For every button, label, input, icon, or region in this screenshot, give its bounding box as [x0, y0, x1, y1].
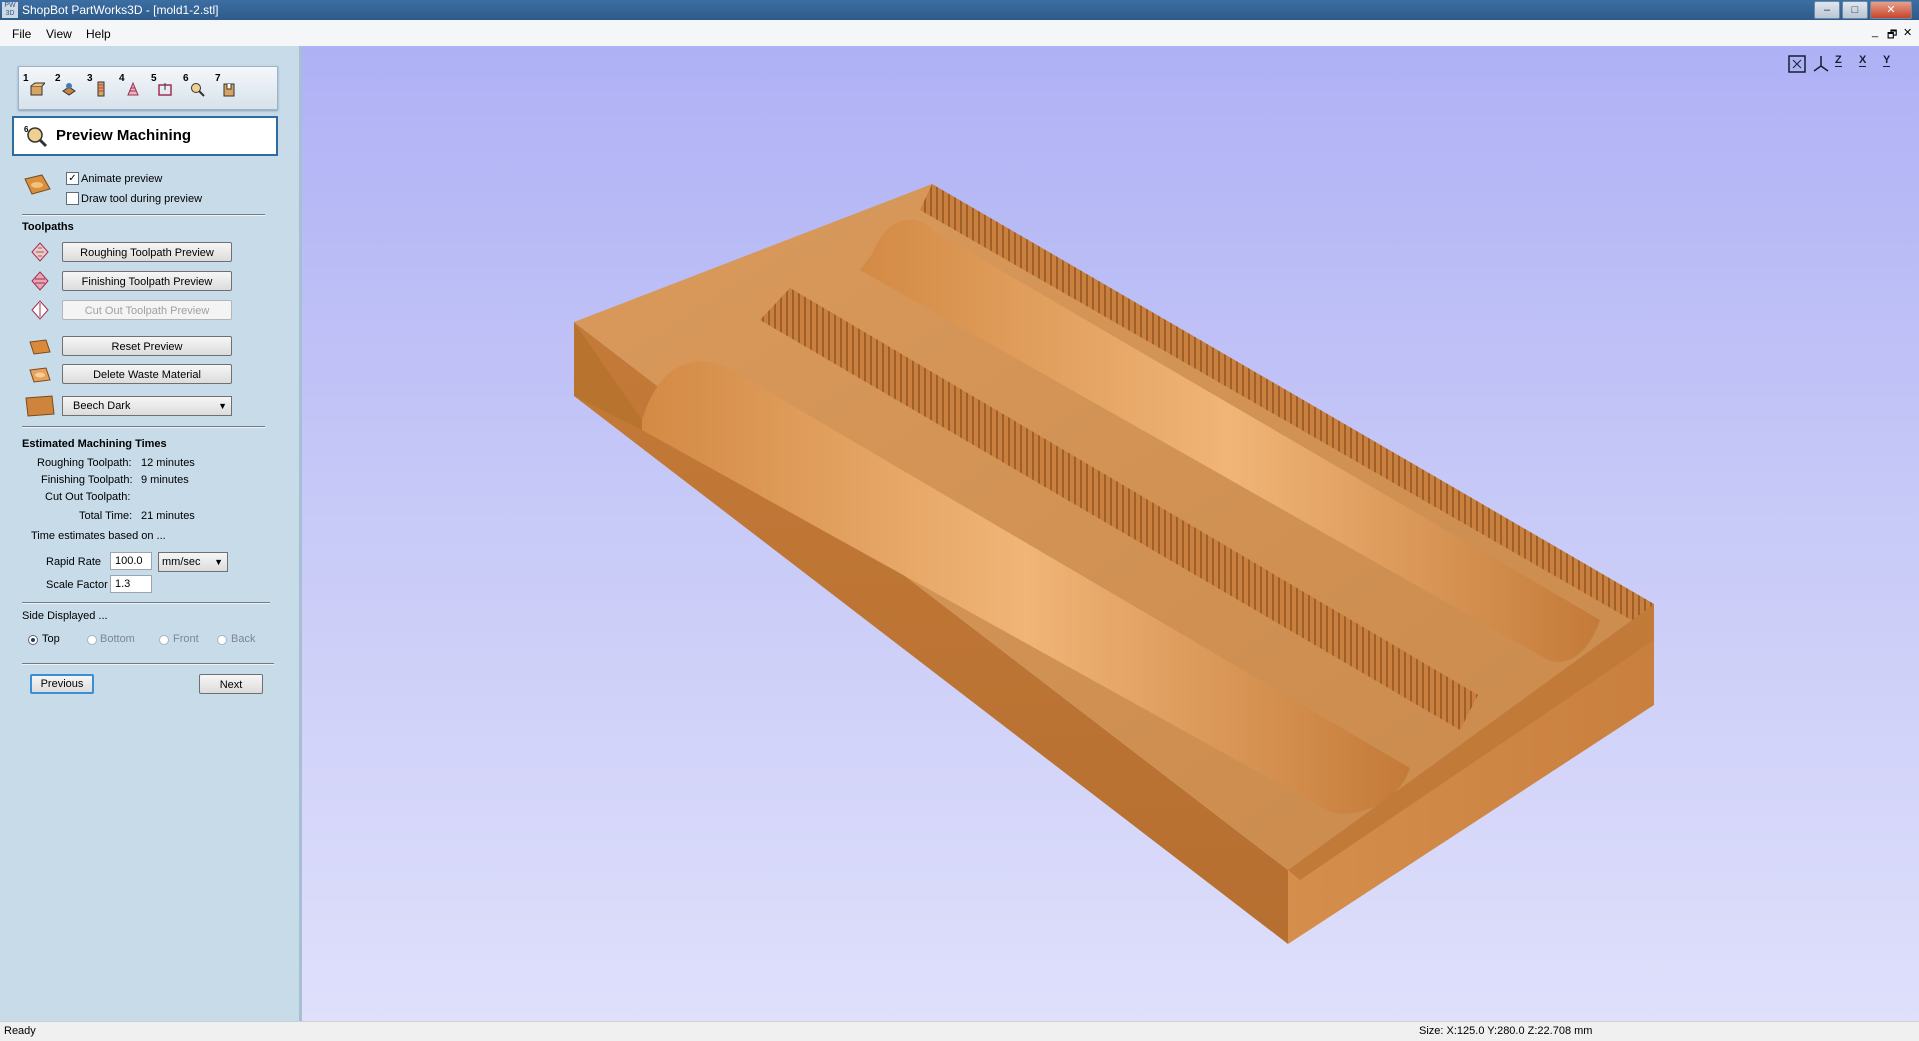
cutout-toolpath-icon: [31, 300, 49, 320]
side-bottom-radio[interactable]: [87, 635, 97, 645]
side-back-radio[interactable]: [217, 635, 227, 645]
side-displayed-heading: Side Displayed ...: [22, 610, 108, 622]
roughing-time-label: Roughing Toolpath:: [37, 457, 132, 469]
separator: [22, 602, 270, 604]
time-basis-label: Time estimates based on ...: [31, 530, 166, 542]
draw-tool-label: Draw tool during preview: [81, 193, 203, 205]
side-top-label: Top: [42, 633, 60, 645]
side-back-label: Back: [231, 633, 256, 645]
next-button[interactable]: Next: [199, 674, 263, 694]
minimize-button[interactable]: –: [1814, 1, 1840, 19]
rapid-rate-input[interactable]: 100.0: [110, 552, 152, 570]
side-top-radio[interactable]: [28, 635, 38, 645]
mdi-restore-button[interactable]: 🗗: [1887, 26, 1897, 45]
animate-preview-icon: [24, 174, 51, 195]
menu-file[interactable]: File: [12, 27, 31, 41]
rapid-rate-label: Rapid Rate: [46, 556, 102, 568]
animate-preview-checkbox[interactable]: ✓: [66, 172, 79, 185]
finishing-preview-button[interactable]: Finishing Toolpath Preview: [62, 271, 232, 291]
material-select[interactable]: Beech Dark ▼: [62, 396, 232, 416]
separator: [22, 426, 265, 428]
title-bar: PW 3D ShopBot PartWorks3D - [mold1-2.stl…: [0, 0, 1919, 20]
app-icon: PW 3D: [2, 2, 18, 18]
status-bar: Ready Size: X:125.0 Y:280.0 Z:22.708 mm: [0, 1021, 1919, 1041]
window-title: ShopBot PartWorks3D - [mold1-2.stl]: [22, 3, 219, 17]
total-time-value: 21 minutes: [141, 510, 195, 522]
cutout-icon: [158, 83, 172, 96]
save-toolpath-icon: [223, 83, 235, 97]
roughing-preview-button[interactable]: Roughing Toolpath Preview: [62, 242, 232, 262]
previous-button[interactable]: Previous: [30, 674, 94, 694]
draw-tool-checkbox[interactable]: [66, 192, 79, 205]
mdi-close-button[interactable]: ✕: [1903, 26, 1912, 39]
stage-tab-3[interactable]: 3: [87, 73, 113, 101]
total-time-label: Total Time:: [79, 510, 133, 522]
close-button[interactable]: ✕: [1870, 1, 1912, 19]
material-setup-icon: [30, 82, 45, 96]
side-front-label: Front: [173, 633, 199, 645]
model-size-readout: Size: X:125.0 Y:280.0 Z:22.708 mm: [1419, 1025, 1593, 1037]
3d-viewport[interactable]: Z X Y: [302, 46, 1919, 1021]
orientation-icon: [62, 83, 76, 96]
rapid-unit-select[interactable]: mm/sec ▼: [158, 552, 228, 572]
menu-help[interactable]: Help: [86, 27, 111, 41]
toolpaths-heading: Toolpaths: [22, 221, 74, 233]
stage-tab-2[interactable]: 2: [55, 73, 81, 101]
finishing-time-label: Finishing Toolpath:: [41, 474, 133, 486]
chevron-down-icon: ▼: [214, 557, 223, 567]
stage-title: Preview Machining: [56, 127, 192, 144]
stage-header: 6 Preview Machining: [12, 116, 278, 156]
side-bottom-label: Bottom: [100, 633, 135, 645]
finishing-time-value: 9 minutes: [141, 474, 189, 486]
stage-tab-5[interactable]: 5: [151, 73, 177, 101]
material-swatch-icon: [25, 395, 55, 417]
roughing-time-value: 12 minutes: [141, 457, 195, 469]
delete-waste-button[interactable]: Delete Waste Material: [62, 364, 232, 384]
times-heading: Estimated Machining Times: [22, 438, 167, 450]
wizard-panel: 1 2 3 4 5 6 7 6 Preview Machining ✓ Anim…: [0, 46, 302, 1021]
mold-3d-model: [574, 184, 1654, 944]
finishing-icon: [127, 81, 139, 96]
stage-tab-1[interactable]: 1: [23, 73, 49, 101]
scale-factor-input[interactable]: 1.3: [110, 575, 152, 593]
side-front-radio[interactable]: [159, 635, 169, 645]
stage-tab-strip: 1 2 3 4 5 6 7: [18, 66, 278, 110]
svg-text:6: 6: [24, 125, 29, 134]
mdi-minimize-button[interactable]: _: [1872, 26, 1878, 38]
reset-preview-icon: [29, 339, 51, 355]
preview-icon: 6: [24, 125, 48, 148]
status-text: Ready: [4, 1025, 36, 1037]
menu-view[interactable]: View: [46, 27, 72, 41]
roughing-toolpath-icon: [31, 242, 49, 262]
cutout-time-label: Cut Out Toolpath:: [45, 491, 131, 503]
delete-waste-icon: [29, 367, 51, 383]
stage-tab-4[interactable]: 4: [119, 73, 145, 101]
stage-tab-7[interactable]: 7: [215, 73, 241, 101]
stage-tab-6[interactable]: 6: [183, 73, 209, 101]
separator: [22, 663, 274, 665]
chevron-down-icon: ▼: [218, 401, 227, 411]
cutout-preview-button[interactable]: Cut Out Toolpath Preview: [62, 300, 232, 320]
scale-factor-label: Scale Factor: [46, 579, 108, 591]
separator: [22, 214, 265, 216]
preview-icon: [191, 83, 205, 97]
animate-preview-label: Animate preview: [81, 173, 163, 185]
reset-preview-button[interactable]: Reset Preview: [62, 336, 232, 356]
menu-bar: File View Help _ 🗗 ✕: [0, 20, 1919, 47]
finishing-toolpath-icon: [31, 271, 49, 291]
roughing-icon: [97, 81, 105, 97]
maximize-button[interactable]: □: [1842, 1, 1868, 19]
